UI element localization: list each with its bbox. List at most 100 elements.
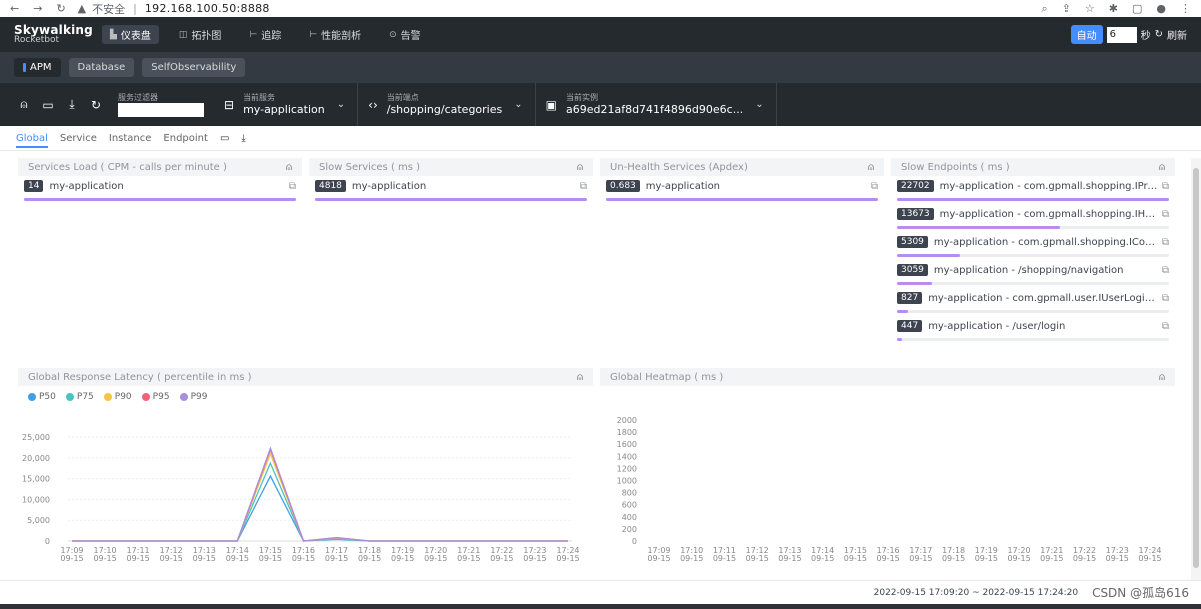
value-badge: 3059 bbox=[897, 264, 928, 276]
legend-item[interactable]: P90 bbox=[103, 392, 132, 402]
lock-icon[interactable]: ⍝ bbox=[12, 97, 36, 112]
service-label: 当前服务 bbox=[243, 92, 276, 102]
legend-item[interactable]: P95 bbox=[141, 392, 170, 402]
nav-alarm[interactable]: ⊙ 告警 bbox=[381, 25, 429, 44]
services-load-list: 14 my-application ⧉ bbox=[18, 176, 302, 204]
layer-selfobservability-label: SelfObservability bbox=[151, 62, 237, 73]
x-tick-label: 09-15 bbox=[60, 554, 83, 563]
y-tick-label: 20,000 bbox=[22, 454, 50, 463]
slow-services-panel: Slow Services ( ms ) ⍝ 4818 my-application… bbox=[309, 158, 593, 362]
y-tick-label: 5,000 bbox=[27, 516, 50, 525]
lock-icon[interactable]: ⍝ bbox=[868, 162, 874, 173]
copy-icon[interactable]: ⧉ bbox=[580, 181, 587, 192]
address-bar[interactable]: ▲ 不安全 | 192.168.100.50:8888 bbox=[78, 1, 270, 17]
chart-legend: P50 P75 P90 P95 P99 bbox=[18, 386, 593, 402]
url-text[interactable]: 192.168.100.50:8888 bbox=[145, 2, 270, 15]
y-tick-label: 10,000 bbox=[22, 495, 50, 504]
folder-icon[interactable]: ▭ bbox=[36, 98, 60, 112]
forward-icon[interactable]: → bbox=[33, 2, 42, 15]
bar-track bbox=[897, 282, 1169, 285]
service-filter-input[interactable] bbox=[118, 102, 204, 117]
list-item[interactable]: 3059 my-application - /shopping/navigatio… bbox=[891, 260, 1175, 288]
auto-refresh-button[interactable]: 自动 bbox=[1070, 25, 1103, 44]
reload-icon[interactable]: ↻ bbox=[84, 98, 108, 112]
bar-track bbox=[897, 254, 1169, 257]
nav-dashboard[interactable]: ▙ 仪表盘 bbox=[102, 25, 159, 44]
legend-item[interactable]: P75 bbox=[65, 392, 94, 402]
copy-icon[interactable]: ⧉ bbox=[1162, 321, 1169, 332]
back-icon[interactable]: ← bbox=[10, 2, 19, 15]
y-tick-label: 800 bbox=[622, 489, 637, 498]
legend-label: P99 bbox=[190, 392, 208, 402]
list-item[interactable]: 5309 my-application - com.gpmall.shopping… bbox=[891, 232, 1175, 260]
copy-icon[interactable]: ⧉ bbox=[1162, 209, 1169, 220]
lock-icon[interactable]: ⍝ bbox=[577, 162, 583, 173]
refresh-button[interactable]: 刷新 bbox=[1167, 27, 1187, 42]
bar-fill bbox=[897, 310, 908, 313]
x-tick-label: 09-15 bbox=[1040, 554, 1063, 563]
x-tick-label: 09-15 bbox=[490, 554, 513, 563]
tab-global[interactable]: Global bbox=[16, 133, 48, 148]
legend-swatch bbox=[65, 393, 74, 401]
lock-icon[interactable]: ⍝ bbox=[286, 162, 292, 173]
tab-endpoint[interactable]: Endpoint bbox=[163, 133, 208, 144]
copy-icon[interactable]: ⧉ bbox=[871, 181, 878, 192]
nav-trace[interactable]: ⊢ 追踪 bbox=[241, 25, 289, 44]
lock-icon[interactable]: ⍝ bbox=[1159, 372, 1165, 383]
endpoint-selector[interactable]: ‹› 当前端点 /shopping/categories ⌄ bbox=[358, 83, 536, 126]
scrollbar-thumb[interactable] bbox=[1193, 168, 1199, 568]
scrollbar[interactable] bbox=[1191, 158, 1201, 580]
refresh-icon[interactable]: ↻ bbox=[1155, 29, 1163, 40]
copy-icon[interactable]: ⧉ bbox=[289, 181, 296, 192]
x-tick-label: 09-15 bbox=[778, 554, 801, 563]
list-item[interactable]: 447 my-application - /user/login ⧉ bbox=[891, 316, 1175, 344]
value-badge: 14 bbox=[24, 180, 44, 192]
bar-track bbox=[24, 198, 296, 201]
copy-icon[interactable]: ⧉ bbox=[1162, 293, 1169, 304]
tab-instance[interactable]: Instance bbox=[109, 133, 152, 144]
bar-fill bbox=[897, 282, 933, 285]
instance-selector[interactable]: ▣ 当前实例 a69ed21af8d741f4896d90e6c... ⌄ bbox=[536, 83, 777, 126]
y-tick-label: 1600 bbox=[617, 440, 637, 449]
panel-title: Global Response Latency ( percentile in … bbox=[28, 371, 252, 383]
copy-icon[interactable]: ⧉ bbox=[1162, 181, 1169, 192]
copy-icon[interactable]: ⧉ bbox=[1162, 237, 1169, 248]
lock-icon[interactable]: ⍝ bbox=[1159, 162, 1165, 173]
layer-selfobservability[interactable]: SelfObservability bbox=[142, 58, 246, 77]
legend-swatch bbox=[28, 393, 36, 401]
list-item[interactable]: 13673 my-application - com.gpmall.shoppin… bbox=[891, 204, 1175, 232]
tab-service[interactable]: Service bbox=[60, 133, 97, 144]
download-icon[interactable]: ⤓ bbox=[241, 133, 245, 144]
layer-apm-label: APM bbox=[30, 62, 52, 73]
refresh-interval-input[interactable] bbox=[1106, 26, 1137, 43]
star-icon[interactable]: ☆ bbox=[1085, 2, 1095, 16]
list-item[interactable]: 22702 my-application - com.gpmall.shoppin… bbox=[891, 176, 1175, 204]
url-separator: | bbox=[133, 2, 137, 15]
download-icon[interactable]: ⤓ bbox=[60, 97, 84, 112]
list-item[interactable]: 0.683 my-application ⧉ bbox=[600, 176, 884, 204]
list-item[interactable]: 4818 my-application ⧉ bbox=[309, 176, 593, 204]
lock-icon[interactable]: ⍝ bbox=[577, 372, 583, 383]
folder-icon[interactable]: ▭ bbox=[220, 133, 229, 144]
layer-database-label: Database bbox=[77, 62, 126, 73]
time-range[interactable]: 2022-09-15 17:09:20 ~ 2022-09-15 17:24:2… bbox=[874, 588, 1078, 598]
profile-icon[interactable]: ● bbox=[1156, 2, 1166, 16]
reload-icon[interactable]: ↻ bbox=[56, 2, 65, 15]
layer-apm[interactable]: APM bbox=[14, 58, 61, 77]
nav-topology[interactable]: ◫ 拓扑图 bbox=[171, 25, 230, 44]
extensions-icon[interactable]: ✱ bbox=[1109, 2, 1118, 16]
list-item[interactable]: 827 my-application - com.gpmall.user.IUse… bbox=[891, 288, 1175, 316]
copy-icon[interactable]: ⧉ bbox=[1162, 265, 1169, 276]
service-selector[interactable]: ⊟ 当前服务 my-application ⌄ bbox=[214, 83, 359, 126]
x-tick-label: 09-15 bbox=[942, 554, 965, 563]
x-tick-label: 09-15 bbox=[556, 554, 579, 563]
nav-profile[interactable]: ⊢ 性能剖析 bbox=[301, 25, 369, 44]
share-icon[interactable]: ⇪ bbox=[1062, 2, 1071, 16]
legend-item[interactable]: P99 bbox=[179, 392, 208, 402]
zoom-icon[interactable]: ⌕ bbox=[1042, 2, 1048, 16]
list-item[interactable]: 14 my-application ⧉ bbox=[18, 176, 302, 204]
layer-database[interactable]: Database bbox=[68, 58, 135, 77]
sidepanel-icon[interactable]: ▢ bbox=[1132, 2, 1142, 16]
legend-item[interactable]: P50 bbox=[28, 392, 56, 402]
menu-icon[interactable]: ⋮ bbox=[1180, 2, 1191, 16]
